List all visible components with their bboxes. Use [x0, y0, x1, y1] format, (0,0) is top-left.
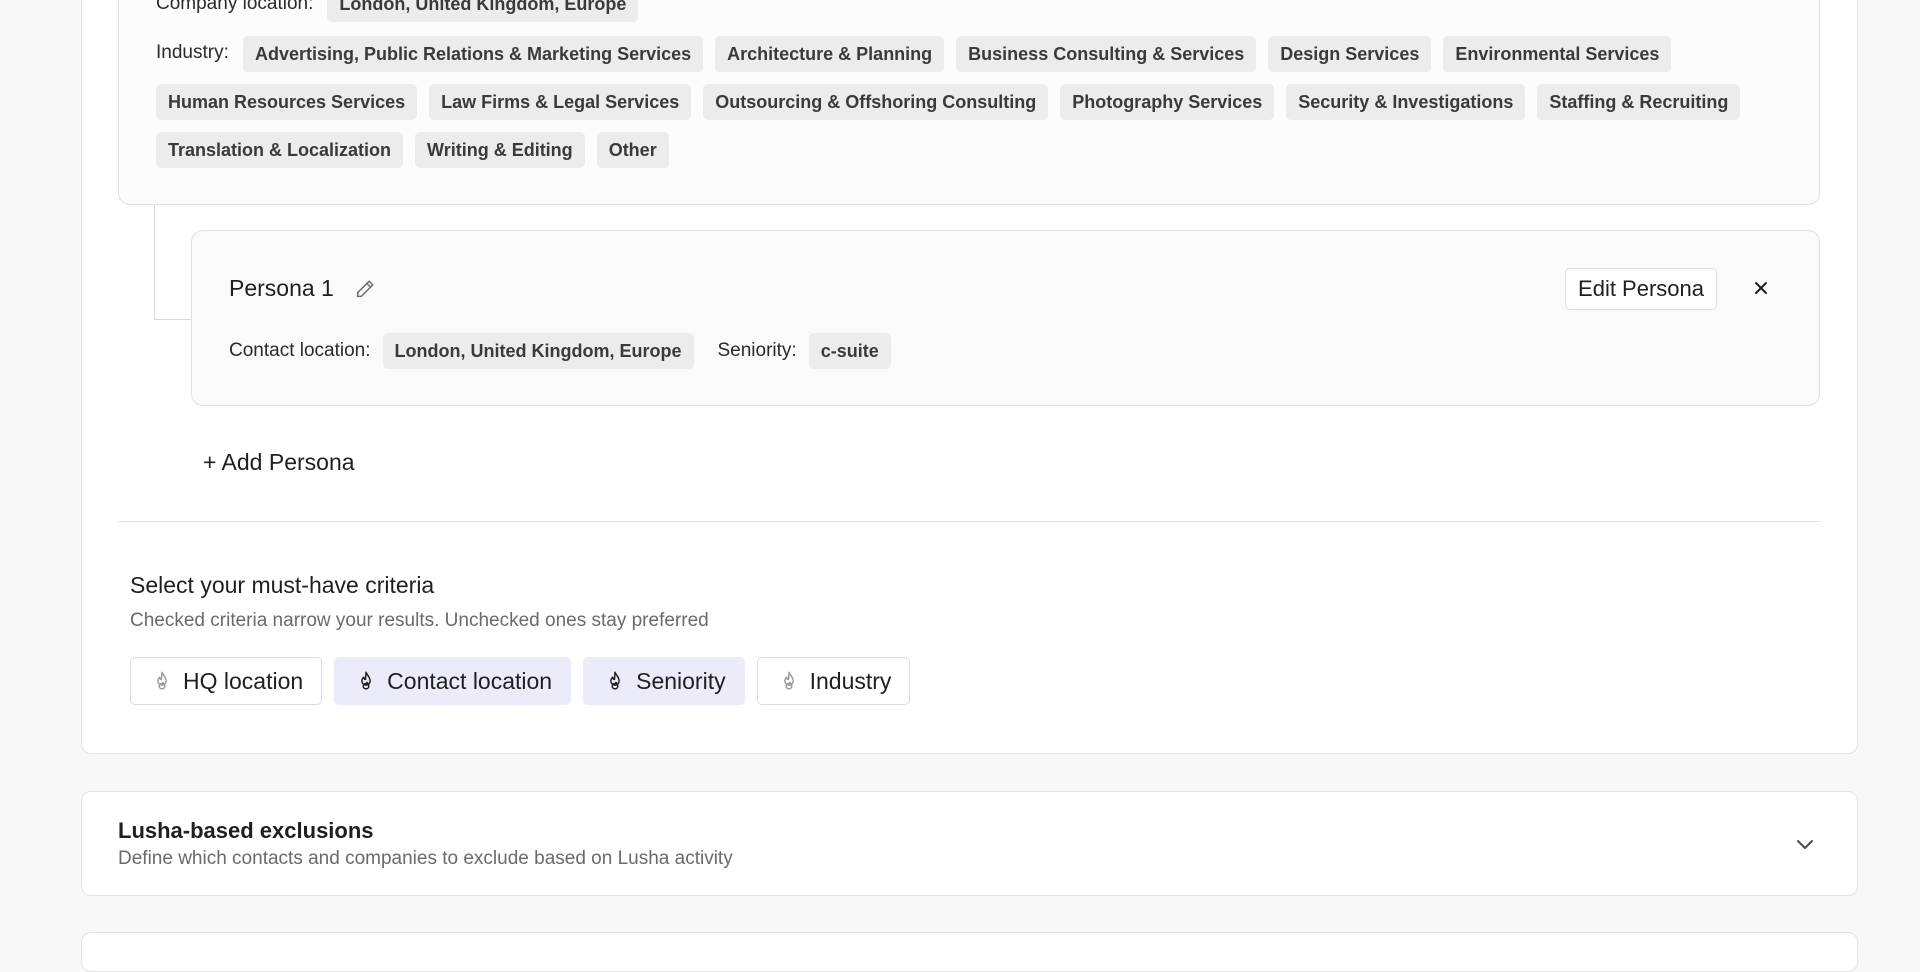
criteria-label: HQ location [183, 667, 304, 694]
criteria-toggle-row: HQ location Contact location Seniority I… [130, 657, 911, 705]
industry-chip: Translation & Localization [156, 132, 404, 168]
industry-chip: Advertising, Public Relations & Marketin… [243, 36, 704, 72]
exclusions-title: Lusha-based exclusions [118, 818, 374, 843]
flame-icon [783, 671, 794, 690]
industry-chip: Outsourcing & Offshoring Consulting [703, 84, 1049, 120]
section-divider [118, 521, 1820, 522]
criteria-title: Select your must-have criteria [130, 572, 435, 598]
industry-chip: Law Firms & Legal Services [429, 84, 692, 120]
persona-card: Persona 1 Edit Persona Contact location:… [191, 230, 1820, 406]
company-location-label: Company location: [156, 0, 314, 14]
flame-icon [610, 671, 620, 690]
flame-icon [361, 671, 372, 690]
pencil-icon[interactable] [354, 278, 376, 300]
industry-chips-row-2: Human Resources Services Law Firms & Leg… [156, 84, 1741, 120]
industry-chip: Writing & Editing [415, 132, 585, 168]
industry-label: Industry: [156, 42, 229, 63]
industry-chip: Human Resources Services [156, 84, 418, 120]
persona-attributes-row: Contact location: London, United Kingdom… [229, 333, 891, 369]
persona-title: Persona 1 [229, 275, 334, 301]
criteria-toggle-hq-location[interactable]: HQ location [130, 657, 323, 705]
lusha-exclusions-section[interactable]: Lusha-based exclusions Define which cont… [81, 791, 1858, 896]
industry-chip: Security & Investigations [1286, 84, 1526, 120]
criteria-subtitle: Checked criteria narrow your results. Un… [130, 610, 709, 631]
seniority-chip: c-suite [808, 333, 891, 369]
criteria-toggle-seniority[interactable]: Seniority [583, 657, 745, 705]
industry-chip: Business Consulting & Services [956, 36, 1257, 72]
criteria-label: Seniority [636, 667, 726, 694]
industry-chip: Staffing & Recruiting [1537, 84, 1741, 120]
contact-location-label: Contact location: [229, 340, 371, 361]
persona-title-row: Persona 1 [229, 275, 376, 302]
contact-location-chip: London, United Kingdom, Europe [382, 333, 694, 369]
company-location-row: Company location: London, United Kingdom… [156, 0, 639, 22]
tree-connector-line [154, 205, 192, 320]
close-icon[interactable] [1751, 278, 1771, 298]
criteria-toggle-contact-location[interactable]: Contact location [334, 657, 572, 705]
edit-persona-button[interactable]: Edit Persona [1565, 268, 1717, 310]
add-persona-button[interactable]: + Add Persona [203, 449, 355, 476]
flame-icon [157, 671, 167, 690]
next-section-card [81, 932, 1858, 972]
industry-chip: Photography Services [1060, 84, 1275, 120]
industry-chips-row-3: Translation & Localization Writing & Edi… [156, 132, 669, 168]
criteria-toggle-industry[interactable]: Industry [756, 657, 911, 705]
industry-chips-row-1: Advertising, Public Relations & Marketin… [243, 36, 1672, 72]
seniority-label: Seniority: [717, 340, 797, 361]
criteria-label: Contact location [387, 667, 553, 694]
company-location-chip: London, United Kingdom, Europe [327, 0, 639, 22]
industry-chip: Design Services [1268, 36, 1432, 72]
industry-chip: Other [596, 132, 669, 168]
industry-chip: Architecture & Planning [715, 36, 945, 72]
criteria-label: Industry [809, 667, 892, 694]
industry-chip: Environmental Services [1443, 36, 1672, 72]
exclusions-subtitle: Define which contacts and companies to e… [118, 848, 733, 869]
chevron-down-icon[interactable] [1793, 832, 1817, 856]
